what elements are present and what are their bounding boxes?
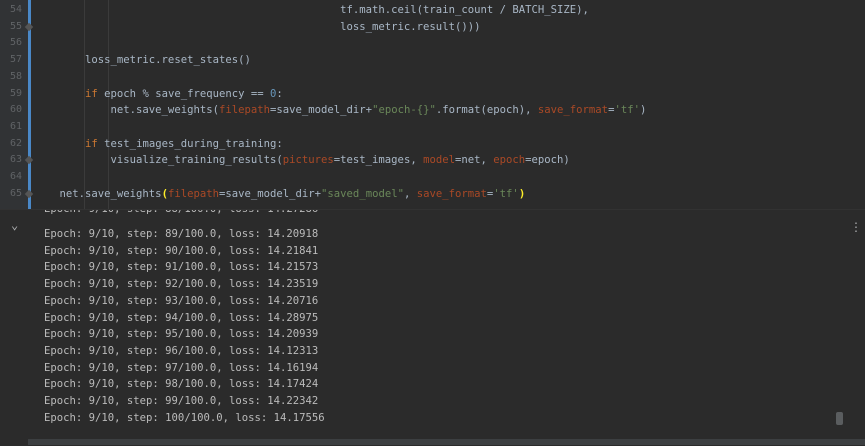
code-line[interactable]: 58 [0,69,865,86]
line-number: 65 [9,187,22,199]
console-line: Epoch: 9/10, step: 98/100.0, loss: 14.17… [44,378,319,391]
chevron-down-icon[interactable]: ⌄ [11,218,18,232]
code-text: if epoch % save_frequency == 0: [34,86,283,103]
line-number: 59 [9,87,22,99]
line-number: 58 [9,70,22,82]
code-token: save_format [416,187,487,200]
code-text: loss_metric.reset_states() [34,52,251,69]
line-number: 62 [9,137,22,149]
code-token: tf.math.ceil(train_count / BATCH_SIZE), [34,4,589,16]
code-token: if [85,87,98,100]
console-line: Epoch: 9/10, step: 91/100.0, loss: 14.21… [44,261,319,274]
console-line: Epoch: 9/10, step: 100/100.0, loss: 14.1… [44,411,325,424]
vertical-scrollbar-thumb[interactable] [836,412,843,425]
code-token: visualize_training_results( [34,154,283,167]
code-text: loss_metric.result())) [34,19,480,36]
horizontal-scrollbar[interactable] [28,439,865,445]
code-token: =save_model_dir+ [270,104,373,117]
line-number: 60 [9,104,22,116]
console-line: Epoch: 9/10, step: 88/100.0, loss: 14.27… [44,209,319,215]
code-token: filepath [167,187,219,200]
line-number: 61 [9,120,22,132]
code-line[interactable]: 63 visualize_training_results(pictures=t… [0,152,865,169]
code-token: : [276,87,283,100]
line-number: 63 [9,154,22,166]
code-text: if test_images_during_training: [34,136,283,153]
console-toolbar: ⌄ [0,210,32,446]
console-line: Epoch: 9/10, step: 95/100.0, loss: 14.20… [44,328,319,341]
code-editor[interactable]: 54 tf.math.ceil(train_count / BATCH_SIZE… [0,0,865,209]
line-number: 54 [9,4,22,15]
code-line[interactable]: 57 loss_metric.reset_states() [0,52,865,69]
code-token: ) [639,104,647,117]
code-token: filepath [218,104,270,117]
code-token: net.save_weights [34,187,162,200]
code-token: "saved_model" [321,187,404,200]
run-console[interactable]: ⌄ ⋮ Epoch: 9/10, step: 88/100.0, loss: 1… [0,209,865,446]
code-token: model [423,154,455,167]
code-token: net.save_weights( [34,104,219,117]
code-token: =epoch) [525,154,570,167]
code-line[interactable]: 56 [0,35,865,52]
console-line: Epoch: 9/10, step: 94/100.0, loss: 14.28… [44,311,319,324]
code-token: =net, [454,154,494,167]
code-text: net.save_weights(filepath=save_model_dir… [34,102,647,119]
line-number: 55 [9,20,22,32]
code-token: loss_metric.result())) [34,20,481,33]
code-token: 'tf' [614,104,640,117]
code-token: test_images_during_training: [97,137,283,150]
code-line[interactable]: 55 loss_metric.result())) [0,19,865,36]
more-vertical-icon[interactable]: ⋮ [850,220,862,234]
console-line: Epoch: 9/10, step: 90/100.0, loss: 14.21… [44,244,319,257]
code-line[interactable]: 62 if test_images_during_training: [0,136,865,153]
code-token: epoch % save_frequency == [97,87,271,100]
console-line: Epoch: 9/10, step: 99/100.0, loss: 14.22… [44,395,319,407]
code-token: epoch [493,154,526,167]
code-token: loss_metric.reset_states() [34,54,251,67]
console-line: Epoch: 9/10, step: 89/100.0, loss: 14.20… [44,228,319,240]
line-number: 64 [9,171,22,182]
code-token: if [85,137,98,150]
code-token: pictures [282,154,334,167]
console-line: Epoch: 9/10, step: 97/100.0, loss: 14.16… [44,361,319,374]
line-number: 57 [9,54,22,66]
console-line: Epoch: 9/10, step: 96/100.0, loss: 14.12… [44,344,319,357]
code-text: net.save_weights(filepath=save_model_dir… [34,186,526,203]
code-line[interactable]: 65 net.save_weights(filepath=save_model_… [0,186,865,203]
code-line[interactable]: 64 [0,169,865,186]
code-token: =test_images, [333,154,424,167]
code-text: visualize_training_results(pictures=test… [34,152,570,169]
line-number: 56 [9,37,22,49]
console-line: Epoch: 9/10, step: 92/100.0, loss: 14.23… [44,278,319,291]
code-line[interactable]: 59 if epoch % save_frequency == 0: [0,86,865,103]
code-token: .format(epoch), [435,104,538,117]
code-line[interactable]: 54 tf.math.ceil(train_count / BATCH_SIZE… [0,2,865,19]
code-text: tf.math.ceil(train_count / BATCH_SIZE), [34,2,589,19]
code-line[interactable]: 60 net.save_weights(filepath=save_model_… [0,102,865,119]
code-token: "epoch-{}" [372,104,436,117]
code-token: ) [518,187,526,200]
code-token: save_format [537,104,609,117]
console-line: Epoch: 9/10, step: 93/100.0, loss: 14.20… [44,294,319,307]
code-token: , [403,187,417,200]
code-token: 'tf' [493,187,519,200]
code-token: =save_model_dir+ [218,187,322,200]
code-line[interactable]: 61 [0,119,865,136]
